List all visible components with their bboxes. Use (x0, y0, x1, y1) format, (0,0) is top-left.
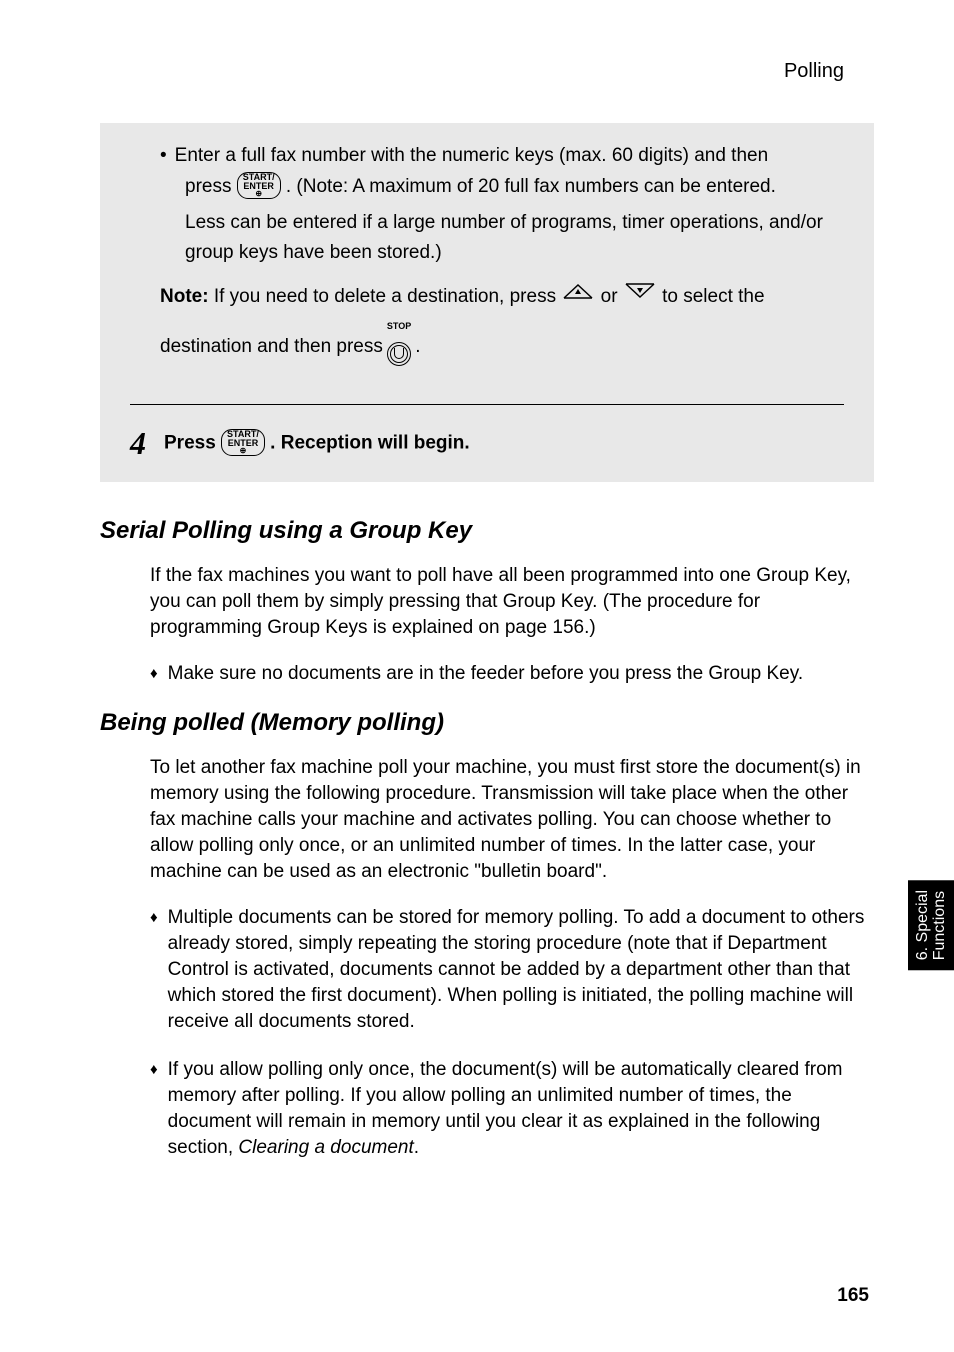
diamond-icon: ♦ (150, 909, 158, 926)
diamond-text: Make sure no documents are in the feeder… (168, 661, 803, 687)
body-paragraph: To let another fax machine poll your mac… (150, 755, 874, 885)
diamond-text: If you allow polling only once, the docu… (168, 1057, 874, 1161)
step-text: Press START/ENTER⊕ . Reception will begi… (164, 430, 470, 457)
bullet-item: • Enter a full fax number with the numer… (160, 143, 844, 169)
start-enter-button-icon: START/ENTER⊕ (221, 429, 265, 456)
side-tab-line1: 6. Special (914, 890, 931, 960)
diamond-bullet-row: ♦ Multiple documents can be stored for m… (150, 905, 874, 1035)
side-tab-line2: Functions (931, 890, 948, 959)
header-section-title: Polling (100, 60, 874, 83)
instruction-box: • Enter a full fax number with the numer… (100, 123, 874, 482)
diamond-text: Multiple documents can be stored for mem… (168, 905, 874, 1035)
side-tab: 6. Special Functions (908, 880, 954, 970)
diamond-bullet-row: ♦ If you allow polling only once, the do… (150, 1057, 874, 1161)
start-enter-button-icon: START/ENTER⊕ (237, 172, 281, 199)
text-fragment: . (Note: A maximum of 20 full fax number… (286, 176, 776, 197)
stop-label: STOP (387, 311, 411, 341)
note-text-1: If you need to delete a destination, pre… (214, 286, 562, 307)
note-text-3: to select the (662, 286, 764, 307)
bullet-text-line1: Enter a full fax number with the numeric… (175, 143, 769, 169)
text-fragment: press (185, 176, 237, 197)
page-number: 165 (837, 1285, 869, 1307)
stop-button-icon: STOP (387, 311, 411, 376)
divider (130, 404, 844, 405)
diamond-bullet-row: ♦ Make sure no documents are in the feed… (150, 661, 874, 687)
diamond-icon: ♦ (150, 665, 158, 682)
text-fragment: destination and then press (160, 332, 383, 362)
italic-text: Clearing a document (238, 1137, 413, 1158)
note-text-2: or (601, 286, 623, 307)
step-4-row: 4 Press START/ENTER⊕ . Reception will be… (130, 425, 844, 462)
note-row: Note: If you need to delete a destinatio… (160, 282, 844, 312)
section-heading-being-polled: Being polled (Memory polling) (100, 709, 874, 737)
text-fragment: . (414, 1137, 419, 1158)
up-arrow-icon (561, 281, 595, 311)
bullet-continuation: press START/ENTER⊕ . (Note: A maximum of… (185, 172, 844, 202)
body-paragraph: If the fax machines you want to poll hav… (150, 563, 874, 641)
diamond-icon: ♦ (150, 1061, 158, 1078)
section-heading-serial-polling: Serial Polling using a Group Key (100, 517, 874, 545)
text-fragment: . (415, 332, 420, 362)
bullet-continuation-2: Less can be entered if a large number of… (185, 208, 844, 268)
bullet-dot: • (160, 143, 167, 169)
note-line-2: destination and then press STOP . (160, 314, 844, 379)
text-fragment: . Reception will begin. (270, 433, 470, 454)
note-label: Note: (160, 286, 209, 307)
step-number: 4 (130, 425, 146, 462)
text-fragment: Press (164, 433, 221, 454)
down-arrow-icon (623, 281, 657, 311)
